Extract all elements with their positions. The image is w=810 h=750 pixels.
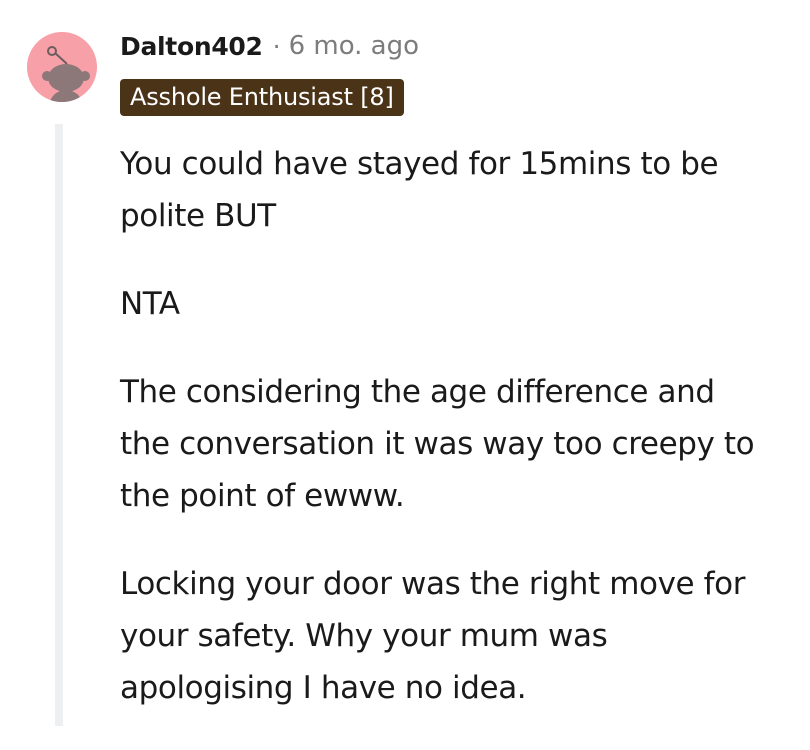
- user-avatar[interactable]: [27, 32, 97, 102]
- comment-body: You could have stayed for 15mins to be p…: [120, 138, 810, 750]
- comment-text-line: polite BUT: [120, 198, 276, 234]
- snoo-avatar-icon: [42, 46, 90, 102]
- comment-text-line: the conversation it was way too creepy t…: [120, 426, 755, 462]
- comment-text-line: apologising I have no idea.: [120, 670, 527, 706]
- comment-text-line: You could have stayed for 15mins to be: [120, 146, 719, 182]
- comment-paragraph: You could have stayed for 15mins to be p…: [120, 138, 810, 242]
- comment-timestamp[interactable]: 6 mo. ago: [289, 31, 419, 61]
- comment-text-line: The considering the age difference and: [120, 374, 715, 410]
- author-username[interactable]: Dalton402: [120, 32, 263, 61]
- comment-paragraph: The considering the age difference and t…: [120, 366, 810, 522]
- meta-separator: ·: [272, 31, 281, 61]
- comment-paragraph: NTA: [120, 278, 810, 330]
- thread-line[interactable]: [55, 124, 63, 726]
- comment-text-line: NTA: [120, 286, 180, 322]
- comment-text-line: the point of ewww.: [120, 478, 405, 514]
- comment-header: Dalton402 · 6 mo. ago: [120, 26, 419, 66]
- comment-paragraph: Locking your door was the right move for…: [120, 558, 810, 714]
- comment-text-line: Locking your door was the right move for: [120, 566, 746, 602]
- comment-text-line: your safety. Why your mum was: [120, 618, 608, 654]
- user-flair-badge: Asshole Enthusiast [8]: [120, 79, 404, 116]
